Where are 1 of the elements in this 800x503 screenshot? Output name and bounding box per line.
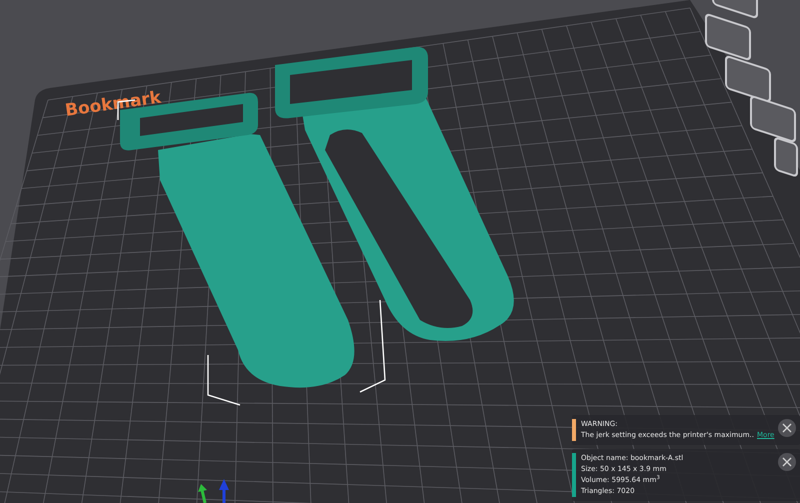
plate-label: Bookmark — [64, 88, 162, 121]
